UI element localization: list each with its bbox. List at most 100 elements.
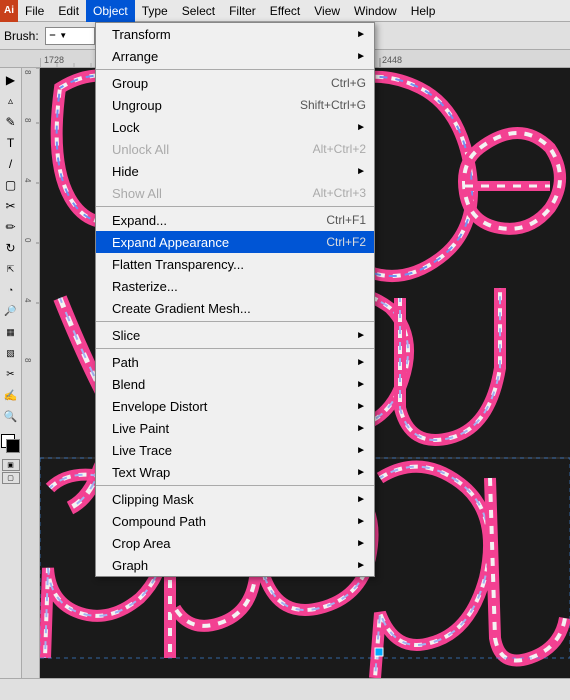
fill-stroke-indicator[interactable]: [1, 434, 21, 454]
menu-item-expand-appearance[interactable]: Expand Appearance Ctrl+F2: [96, 231, 374, 253]
tool-shape[interactable]: ▢: [1, 175, 21, 195]
menu-item-crop-area-label: Crop Area: [112, 536, 352, 551]
v-ruler-mark-2: 8: [23, 118, 32, 122]
left-toolbar: ▶ ▵ ✎ T / ▢ ✂ ✏ ↻ ⇱ ◔ 🔎 ▦ ▧ ✂ ✍ 🔍 ▣ ▢: [0, 68, 22, 678]
menu-item-live-paint-label: Live Paint: [112, 421, 352, 436]
tool-scale[interactable]: ⇱: [1, 259, 21, 279]
menu-item-live-trace-arrow: ►: [356, 445, 366, 456]
menu-item-path[interactable]: Path ►: [96, 351, 374, 373]
tool-pen[interactable]: ✎: [1, 112, 21, 132]
menu-sep-4: [96, 348, 374, 349]
menu-item-live-trace[interactable]: Live Trace ►: [96, 439, 374, 461]
menu-item-text-wrap-arrow: ►: [356, 467, 366, 478]
menu-item-slice[interactable]: Slice ►: [96, 324, 374, 346]
menubar-object[interactable]: Object: [86, 0, 135, 22]
menubar-window[interactable]: Window: [347, 0, 404, 22]
menu-item-lock-label: Lock: [112, 120, 352, 135]
menu-item-ungroup[interactable]: Ungroup Shift+Ctrl+G: [96, 94, 374, 116]
tool-mesh[interactable]: ▦: [1, 322, 21, 342]
v-ruler-mark-3: 4: [23, 178, 32, 182]
menu-item-transform-label: Transform: [112, 27, 352, 42]
menu-item-create-gradient-mesh[interactable]: Create Gradient Mesh...: [96, 297, 374, 319]
menu-item-text-wrap-label: Text Wrap: [112, 465, 352, 480]
menu-item-hide[interactable]: Hide ►: [96, 160, 374, 182]
menu-item-crop-area[interactable]: Crop Area ►: [96, 532, 374, 554]
menubar-filter[interactable]: Filter: [222, 0, 263, 22]
menu-item-rasterize[interactable]: Rasterize...: [96, 275, 374, 297]
v-ruler-ticks: [32, 68, 40, 678]
outline-mode[interactable]: ▢: [2, 472, 20, 484]
menu-item-expand-label: Expand...: [112, 213, 316, 228]
menu-item-lock-arrow: ►: [356, 122, 366, 133]
v-ruler-mark-4: 0: [23, 238, 32, 242]
object-dropdown-menu: Transform ► Arrange ► Group Ctrl+G Ungro…: [95, 22, 375, 577]
menubar-file[interactable]: File: [18, 0, 51, 22]
menu-item-arrange-arrow: ►: [356, 51, 366, 62]
menu-item-hide-arrow: ►: [356, 166, 366, 177]
normal-mode[interactable]: ▣: [2, 459, 20, 471]
v-ruler-mark-1: 8: [23, 70, 32, 74]
menu-item-clipping-mask[interactable]: Clipping Mask ►: [96, 488, 374, 510]
menubar-type[interactable]: Type: [135, 0, 175, 22]
menu-item-group[interactable]: Group Ctrl+G: [96, 72, 374, 94]
menu-item-blend-arrow: ►: [356, 379, 366, 390]
menu-item-slice-arrow: ►: [356, 330, 366, 341]
brush-label: Brush:: [4, 29, 39, 43]
tool-rotate[interactable]: ↻: [1, 238, 21, 258]
menubar-select[interactable]: Select: [175, 0, 222, 22]
menu-item-envelope-distort-arrow: ►: [356, 401, 366, 412]
menubar-help[interactable]: Help: [404, 0, 443, 22]
menu-item-clipping-mask-label: Clipping Mask: [112, 492, 352, 507]
menu-item-rasterize-label: Rasterize...: [112, 279, 366, 294]
menu-item-flatten-transparency[interactable]: Flatten Transparency...: [96, 253, 374, 275]
menu-item-blend[interactable]: Blend ►: [96, 373, 374, 395]
menu-item-envelope-distort[interactable]: Envelope Distort ►: [96, 395, 374, 417]
menu-item-unlock-all-shortcut: Alt+Ctrl+2: [313, 142, 366, 156]
menu-item-graph-label: Graph: [112, 558, 352, 573]
tool-eyedropper[interactable]: 🔎: [1, 301, 21, 321]
tool-gradient[interactable]: ▧: [1, 343, 21, 363]
menu-item-flatten-transparency-label: Flatten Transparency...: [112, 257, 366, 272]
app-icon: Ai: [0, 0, 18, 22]
menu-item-unlock-all-label: Unlock All: [112, 142, 303, 157]
tool-line[interactable]: /: [1, 154, 21, 174]
brush-preview: ⎯: [50, 29, 56, 42]
tool-hand[interactable]: ✍: [1, 385, 21, 405]
menu-item-show-all[interactable]: Show All Alt+Ctrl+3: [96, 182, 374, 204]
menu-item-lock[interactable]: Lock ►: [96, 116, 374, 138]
tool-direct-select[interactable]: ▵: [1, 91, 21, 111]
brush-dropdown[interactable]: ⎯ ▼: [45, 27, 95, 45]
menu-item-live-trace-label: Live Trace: [112, 443, 352, 458]
menu-item-compound-path-label: Compound Path: [112, 514, 352, 529]
menu-item-arrange[interactable]: Arrange ►: [96, 45, 374, 67]
tool-paintbrush[interactable]: ✂: [1, 196, 21, 216]
tool-select[interactable]: ▶: [1, 70, 21, 90]
menu-sep-3: [96, 321, 374, 322]
menu-item-unlock-all[interactable]: Unlock All Alt+Ctrl+2: [96, 138, 374, 160]
tool-type[interactable]: T: [1, 133, 21, 153]
menu-item-graph[interactable]: Graph ►: [96, 554, 374, 576]
menu-item-group-label: Group: [112, 76, 321, 91]
menubar-edit[interactable]: Edit: [51, 0, 86, 22]
menu-item-group-shortcut: Ctrl+G: [331, 76, 366, 90]
menu-item-live-paint[interactable]: Live Paint ►: [96, 417, 374, 439]
menu-item-text-wrap[interactable]: Text Wrap ►: [96, 461, 374, 483]
menu-item-blend-label: Blend: [112, 377, 352, 392]
menubar-view[interactable]: View: [307, 0, 347, 22]
menu-item-path-label: Path: [112, 355, 352, 370]
menu-item-show-all-label: Show All: [112, 186, 303, 201]
tool-blend[interactable]: ◔: [1, 280, 21, 300]
tool-scissors[interactable]: ✂: [1, 364, 21, 384]
menu-item-expand[interactable]: Expand... Ctrl+F1: [96, 209, 374, 231]
menubar-effect[interactable]: Effect: [263, 0, 307, 22]
tool-zoom[interactable]: 🔍: [1, 406, 21, 426]
menu-item-ungroup-label: Ungroup: [112, 98, 290, 113]
ruler-vertical: 8 8 4 0 4 8: [22, 68, 40, 678]
menu-item-slice-label: Slice: [112, 328, 352, 343]
menu-item-compound-path[interactable]: Compound Path ►: [96, 510, 374, 532]
brush-arrow: ▼: [59, 31, 67, 40]
tool-pencil[interactable]: ✏: [1, 217, 21, 237]
menu-sep-1: [96, 69, 374, 70]
menu-item-graph-arrow: ►: [356, 560, 366, 571]
menu-item-transform[interactable]: Transform ►: [96, 23, 374, 45]
